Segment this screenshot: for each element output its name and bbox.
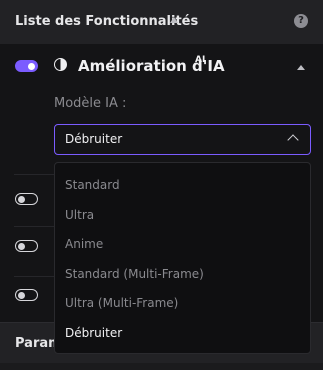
ai-enhancement-toggle[interactable] (15, 60, 38, 72)
divider (14, 226, 54, 227)
model-select-value: Débruiter (65, 132, 123, 146)
divider (14, 276, 54, 277)
model-option[interactable]: Standard (Multi-Frame) (65, 267, 204, 281)
feature-toggle-2[interactable] (15, 193, 38, 205)
ai-badge: AI (195, 55, 206, 65)
model-option[interactable]: Ultra (Multi-Frame) (65, 296, 178, 310)
divider (14, 174, 54, 175)
contrast-icon (54, 58, 67, 71)
model-label: Modèle IA : (54, 96, 127, 111)
collapse-caret-icon[interactable] (297, 65, 305, 70)
feature-list-header[interactable]: Liste des Fonctionnalités ? (0, 0, 323, 45)
feature-toggle-3[interactable] (15, 240, 38, 252)
model-option[interactable]: Anime (65, 237, 103, 251)
chevron-up-icon (287, 134, 299, 146)
model-select[interactable]: Débruiter (54, 124, 311, 155)
model-option[interactable]: Standard (65, 178, 120, 192)
model-option-selected[interactable]: Débruiter (65, 326, 122, 340)
model-option[interactable]: Ultra (65, 208, 94, 222)
feature-toggle-4[interactable] (15, 289, 38, 301)
caret-up-icon[interactable] (170, 17, 178, 23)
model-dropdown: Standard Ultra Anime Standard (Multi-Fra… (54, 162, 311, 354)
help-icon[interactable]: ? (294, 14, 308, 28)
